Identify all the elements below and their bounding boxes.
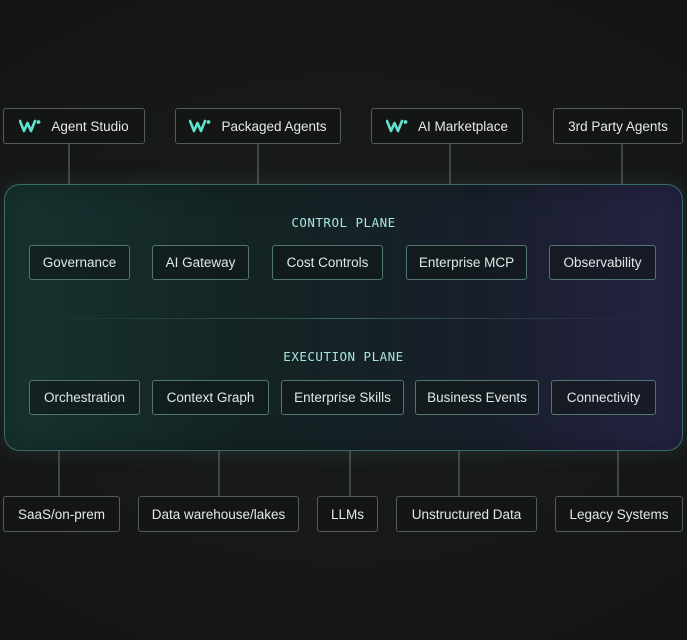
source-label: AI Marketplace	[417, 118, 509, 134]
w-logo-icon	[189, 119, 211, 133]
source-ai-marketplace: AI Marketplace	[371, 108, 523, 144]
target-unstructured-data: Unstructured Data	[396, 496, 537, 532]
architecture-diagram: Agent Studio Packaged Agents AI Marketpl…	[0, 0, 687, 640]
execution-plane-title: EXECUTION PLANE	[283, 349, 404, 364]
execution-item-orchestration: Orchestration	[29, 380, 140, 415]
execution-item-context-graph: Context Graph	[152, 380, 269, 415]
control-item-governance: Governance	[29, 245, 130, 280]
target-legacy-systems: Legacy Systems	[555, 496, 683, 532]
control-plane-title: CONTROL PLANE	[291, 215, 396, 230]
control-item-enterprise-mcp: Enterprise MCP	[406, 245, 527, 280]
source-packaged-agents: Packaged Agents	[175, 108, 341, 144]
execution-item-business-events: Business Events	[415, 380, 539, 415]
w-logo-icon	[19, 119, 41, 133]
target-saas-on-prem: SaaS/on-prem	[3, 496, 120, 532]
source-label: Agent Studio	[51, 118, 129, 134]
execution-item-enterprise-skills: Enterprise Skills	[281, 380, 404, 415]
plane-divider	[40, 318, 647, 319]
source-label: Packaged Agents	[221, 118, 327, 134]
control-item-observability: Observability	[549, 245, 656, 280]
source-3rd-party-agents: 3rd Party Agents	[553, 108, 683, 144]
w-logo-icon	[385, 119, 408, 133]
control-item-cost-controls: Cost Controls	[272, 245, 383, 280]
source-label: 3rd Party Agents	[568, 118, 668, 134]
control-item-ai-gateway: AI Gateway	[152, 245, 249, 280]
source-agent-studio: Agent Studio	[3, 108, 145, 144]
execution-item-connectivity: Connectivity	[551, 380, 656, 415]
target-data-warehouse-lakes: Data warehouse/lakes	[138, 496, 299, 532]
target-llms: LLMs	[317, 496, 378, 532]
